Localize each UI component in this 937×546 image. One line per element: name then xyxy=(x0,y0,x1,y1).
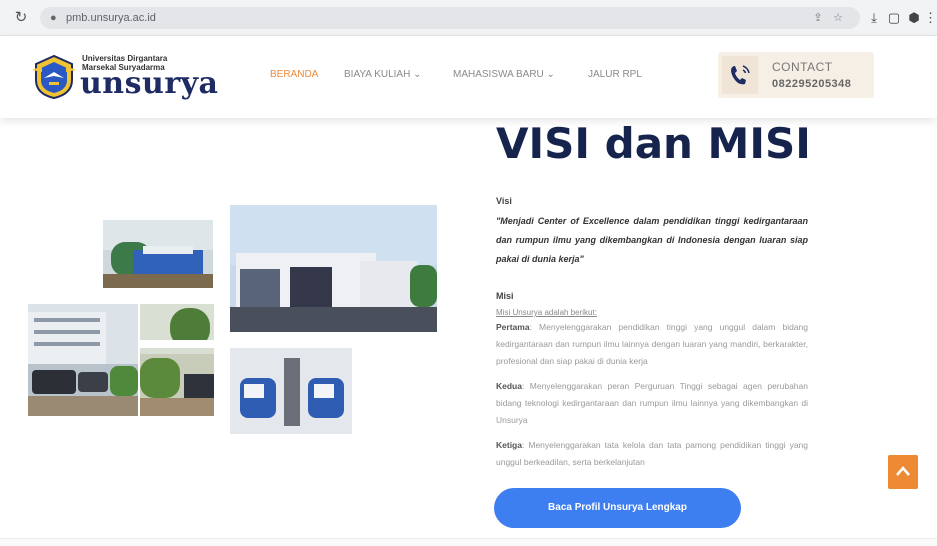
phone-icon xyxy=(722,56,758,94)
misi-item-3-text: Menyelenggarakan tata kelola dan tata pa… xyxy=(496,440,808,467)
campus-photo-courtyard xyxy=(140,304,214,416)
contact-label: CONTACT xyxy=(772,60,833,74)
campus-photo-building xyxy=(230,205,437,332)
contact-box[interactable]: CONTACT 082295205348 xyxy=(718,52,874,98)
logo-wordmark[interactable]: unsurya xyxy=(80,68,219,100)
browser-toolbar: ↻ ● pmb.unsurya.ac.id ⇪ ☆ ⤓ ▢ ⬢ ⋮ xyxy=(0,0,937,36)
lock-icon[interactable]: ● xyxy=(50,11,62,25)
campus-photo-aircraft-interior xyxy=(230,348,352,434)
visi-label: Visi xyxy=(496,196,512,206)
address-bar[interactable]: ● pmb.unsurya.ac.id ⇪ ☆ xyxy=(40,7,860,29)
university-emblem-icon[interactable] xyxy=(32,50,76,100)
chevron-up-icon xyxy=(896,466,910,476)
extension-icon[interactable]: ⬢ xyxy=(906,9,922,27)
campus-photo-aerial xyxy=(103,220,213,288)
scroll-top-button[interactable] xyxy=(888,455,918,489)
misi-item-2-text: Menyelenggarakan peran Perguruan Tinggi … xyxy=(496,381,808,425)
share-icon[interactable]: ⇪ xyxy=(810,11,826,25)
footer-divider xyxy=(0,538,937,546)
misi-item-1-lead: Pertama xyxy=(496,322,530,332)
misi-item-1: Pertama: Menyelenggarakan pendidikan tin… xyxy=(496,322,808,366)
bookmark-icon[interactable]: ☆ xyxy=(830,11,846,25)
download-icon[interactable]: ⤓ xyxy=(866,9,882,27)
campus-photo-parking xyxy=(28,304,138,416)
misi-item-3-lead: Ketiga xyxy=(496,440,522,450)
window-icon[interactable]: ▢ xyxy=(886,9,902,27)
url-text[interactable]: pmb.unsurya.ac.id xyxy=(66,11,156,25)
site-header: Universitas Dirgantara Marsekal Suryadar… xyxy=(0,36,937,118)
page-title: VISI dan MISI xyxy=(496,119,811,168)
nav-mahasiswa-baru[interactable]: MAHASISWA BARU ⌄ xyxy=(453,69,555,81)
misi-item-2: Kedua: Menyelenggarakan peran Perguruan … xyxy=(496,381,808,425)
nav-biaya-kuliah[interactable]: BIAYA KULIAH ⌄ xyxy=(344,69,421,81)
nav-jalur-rpl[interactable]: JALUR RPL xyxy=(588,69,642,81)
menu-icon[interactable]: ⋮ xyxy=(924,9,937,27)
misi-item-1-text: Menyelenggarakan pendidikan tinggi yang … xyxy=(496,322,808,366)
logo-subtitle-1: Universitas Dirgantara xyxy=(82,54,168,63)
misi-label: Misi xyxy=(496,291,514,301)
misi-item-3: Ketiga: Menyelenggarakan tata kelola dan… xyxy=(496,440,808,467)
reload-icon[interactable]: ↻ xyxy=(12,9,30,27)
nav-beranda[interactable]: BERANDA xyxy=(270,69,318,81)
contact-number[interactable]: 082295205348 xyxy=(772,78,851,91)
misi-item-2-lead: Kedua xyxy=(496,381,522,391)
visi-text: "Menjadi Center of Excellence dalam pend… xyxy=(496,216,808,264)
read-profile-button[interactable]: Baca Profil Unsurya Lengkap xyxy=(494,488,741,528)
misi-link[interactable]: Misi Unsurya adalah berikut: xyxy=(496,308,597,318)
